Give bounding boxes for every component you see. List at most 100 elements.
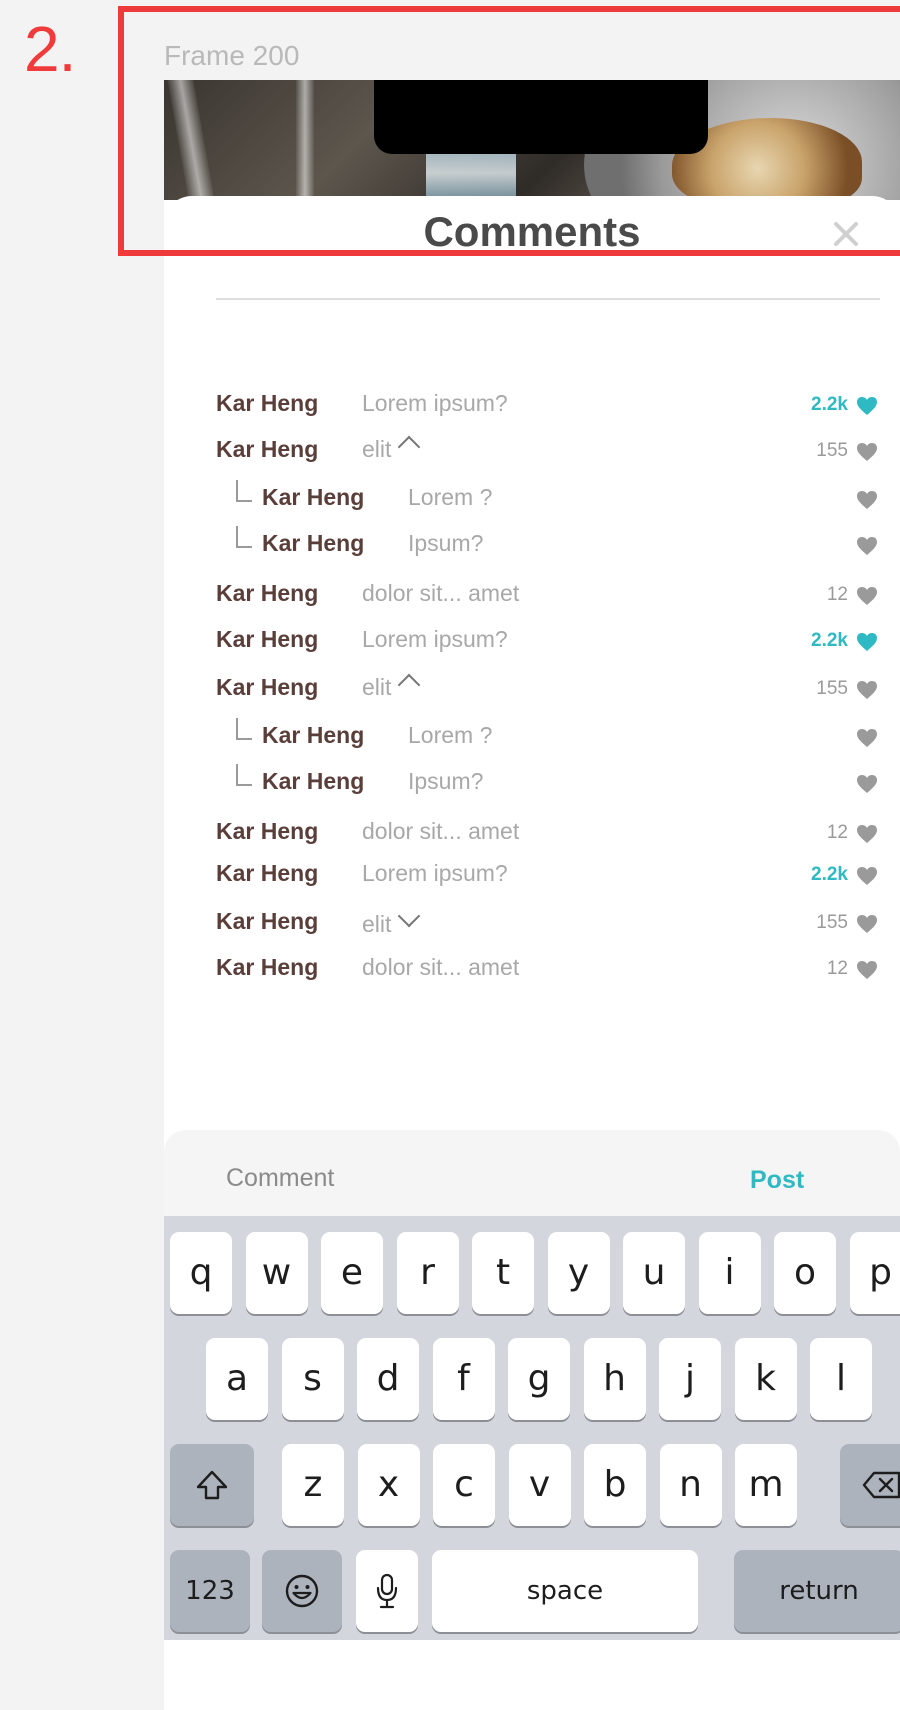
post-button[interactable]: Post bbox=[750, 1166, 804, 1195]
key-s[interactable]: s bbox=[281, 1338, 344, 1420]
heart-icon[interactable] bbox=[856, 680, 878, 700]
heart-icon[interactable] bbox=[856, 728, 878, 748]
comment-row: Kar Heng dolor sit... amet 12 bbox=[164, 812, 900, 852]
key-v[interactable]: v bbox=[508, 1444, 571, 1526]
comment-author[interactable]: Kar Heng bbox=[216, 626, 318, 653]
shift-icon bbox=[196, 1470, 228, 1500]
phone-screen: Comments Kar Heng Lorem ipsum? 2.2k Kar Hen… bbox=[164, 80, 900, 1710]
heart-icon[interactable] bbox=[856, 866, 878, 886]
key-z[interactable]: z bbox=[282, 1444, 344, 1526]
like-count: 155 bbox=[816, 440, 848, 461]
key-f[interactable]: f bbox=[432, 1338, 495, 1420]
comment-text-group: Lorem ipsum? bbox=[362, 626, 508, 653]
comment-text: Lorem ipsum? bbox=[362, 626, 508, 652]
key-m[interactable]: m bbox=[735, 1444, 797, 1526]
key-w[interactable]: w bbox=[245, 1232, 308, 1314]
annotation-highlight-box bbox=[118, 6, 900, 256]
shift-key[interactable] bbox=[170, 1444, 254, 1526]
key-b[interactable]: b bbox=[584, 1444, 646, 1526]
like-count: 12 bbox=[826, 822, 848, 843]
key-y[interactable]: y bbox=[547, 1232, 610, 1314]
key-k[interactable]: k bbox=[734, 1338, 797, 1420]
return-key[interactable]: return bbox=[734, 1550, 900, 1632]
key-a[interactable]: a bbox=[206, 1338, 268, 1420]
bottom-strip bbox=[164, 1640, 900, 1710]
key-u[interactable]: u bbox=[623, 1232, 685, 1314]
comment-author[interactable]: Kar Heng bbox=[216, 436, 318, 463]
key-t[interactable]: t bbox=[472, 1232, 534, 1314]
like-count: 155 bbox=[816, 912, 848, 933]
comment-author[interactable]: Kar Heng bbox=[216, 390, 318, 417]
comment-input[interactable]: Comment bbox=[226, 1164, 334, 1193]
heart-icon[interactable] bbox=[856, 536, 878, 556]
comment-author[interactable]: Kar Heng bbox=[262, 768, 364, 795]
key-j[interactable]: j bbox=[659, 1338, 721, 1420]
key-n[interactable]: n bbox=[659, 1444, 722, 1526]
key-q[interactable]: q bbox=[170, 1232, 232, 1314]
heart-icon[interactable] bbox=[856, 396, 878, 416]
comment-author[interactable]: Kar Heng bbox=[262, 722, 364, 749]
heart-icon[interactable] bbox=[856, 774, 878, 794]
comment-text: dolor sit... amet bbox=[362, 580, 520, 606]
title-divider bbox=[216, 298, 880, 300]
heart-icon[interactable] bbox=[856, 914, 878, 934]
heart-icon[interactable] bbox=[856, 490, 878, 510]
comment-text: elit bbox=[362, 674, 392, 700]
heart-icon[interactable] bbox=[856, 586, 878, 606]
comment-row: Kar Heng elit 155 bbox=[164, 430, 900, 470]
microphone-icon bbox=[376, 1573, 398, 1609]
key-o[interactable]: o bbox=[774, 1232, 836, 1314]
reply-row: Kar Heng Ipsum? bbox=[164, 524, 900, 564]
key-c[interactable]: c bbox=[433, 1444, 495, 1526]
microphone-key[interactable] bbox=[356, 1550, 418, 1632]
comment-text-group: Lorem ipsum? bbox=[362, 390, 508, 417]
key-l[interactable]: l bbox=[810, 1338, 872, 1420]
numbers-key[interactable]: 123 bbox=[170, 1550, 250, 1632]
comment-author[interactable]: Kar Heng bbox=[262, 484, 364, 511]
reply-connector-icon bbox=[236, 526, 252, 548]
heart-icon[interactable] bbox=[856, 824, 878, 844]
delete-key[interactable] bbox=[840, 1444, 900, 1526]
key-d[interactable]: d bbox=[357, 1338, 419, 1420]
comment-author[interactable]: Kar Heng bbox=[216, 908, 318, 935]
key-x[interactable]: x bbox=[357, 1444, 420, 1526]
comment-author[interactable]: Kar Heng bbox=[216, 674, 318, 701]
comment-text-group: elit bbox=[362, 435, 421, 463]
reply-row: Kar Heng Lorem ? bbox=[164, 478, 900, 518]
comment-author[interactable]: Kar Heng bbox=[216, 954, 318, 981]
comment-author[interactable]: Kar Heng bbox=[262, 530, 364, 557]
key-i[interactable]: i bbox=[698, 1232, 761, 1314]
comment-text: Ipsum? bbox=[408, 530, 484, 556]
comment-row: Kar Heng elit 155 bbox=[164, 668, 900, 708]
like-count: 155 bbox=[816, 678, 848, 699]
collapse-replies-icon[interactable] bbox=[398, 673, 421, 697]
heart-icon[interactable] bbox=[856, 632, 878, 652]
comment-author[interactable]: Kar Heng bbox=[216, 818, 318, 845]
heart-icon[interactable] bbox=[856, 442, 878, 462]
emoji-key[interactable] bbox=[262, 1550, 342, 1632]
like-count: 12 bbox=[826, 958, 848, 979]
comment-author[interactable]: Kar Heng bbox=[216, 860, 318, 887]
key-h[interactable]: h bbox=[583, 1338, 646, 1420]
comment-text: elit bbox=[362, 436, 392, 462]
space-key[interactable]: space bbox=[432, 1550, 698, 1632]
comment-author[interactable]: Kar Heng bbox=[216, 580, 318, 607]
key-r[interactable]: r bbox=[396, 1232, 459, 1314]
comment-row: Kar Heng Lorem ipsum? 2.2k bbox=[164, 854, 900, 894]
expand-replies-icon[interactable] bbox=[398, 904, 421, 928]
comment-row: Kar Heng Lorem ipsum? 2.2k bbox=[164, 620, 900, 660]
like-count: 2.2k bbox=[811, 864, 848, 885]
comment-text-group: Lorem ? bbox=[408, 722, 492, 749]
key-e[interactable]: e bbox=[321, 1232, 383, 1314]
comment-text-group: elit bbox=[362, 673, 421, 701]
comment-text: dolor sit... amet bbox=[362, 818, 520, 844]
heart-icon[interactable] bbox=[856, 960, 878, 980]
key-p[interactable]: p bbox=[849, 1232, 900, 1314]
comment-text-group: Lorem ? bbox=[408, 484, 492, 511]
collapse-replies-icon[interactable] bbox=[398, 435, 421, 459]
comment-row: Kar Heng dolor sit... amet 12 bbox=[164, 574, 900, 614]
comment-text: Ipsum? bbox=[408, 768, 484, 794]
comment-text-group: dolor sit... amet bbox=[362, 818, 519, 845]
key-g[interactable]: g bbox=[508, 1338, 570, 1420]
reply-row: Kar Heng Lorem ? bbox=[164, 716, 900, 756]
